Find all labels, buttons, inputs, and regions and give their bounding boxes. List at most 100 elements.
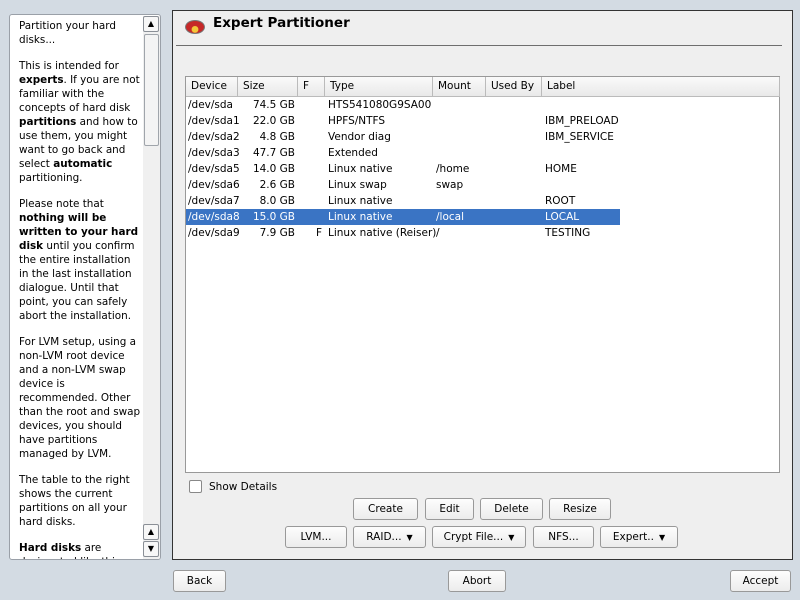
help-text-segment: This is intended for bbox=[19, 60, 119, 72]
create-button[interactable]: Create bbox=[353, 498, 418, 520]
cell-type: Linux swap bbox=[328, 179, 387, 191]
scroll-thumb[interactable] bbox=[144, 34, 159, 146]
help-text-segment: For LVM setup, using a non-LVM root devi… bbox=[19, 336, 141, 460]
expert-button[interactable]: Expert.. ▼ bbox=[600, 526, 678, 548]
help-paragraph: This is intended for experts. If you are… bbox=[19, 59, 143, 185]
table-row[interactable]: /dev/sda5 14.0 GB Linux native/home HOME bbox=[186, 161, 620, 177]
cell-device: /dev/sda5 bbox=[188, 163, 240, 175]
help-text-segment: until you confirm the entire installatio… bbox=[19, 240, 135, 322]
cell-mount: /local bbox=[436, 211, 465, 223]
table-row[interactable]: /dev/sda3 47.7 GB Extended bbox=[186, 145, 620, 161]
help-text-segment: Partition your hard disks... bbox=[19, 20, 116, 46]
crypt-label: Crypt File... bbox=[443, 531, 504, 543]
cell-mount: / bbox=[436, 227, 440, 239]
divider bbox=[176, 45, 782, 46]
help-scrollbar[interactable]: ▲ ▲ ▼ bbox=[143, 16, 160, 559]
table-row[interactable]: /dev/sda 74.5 GB HTS541080G9SA00 bbox=[186, 97, 620, 113]
help-text-segment: partitioning. bbox=[19, 172, 83, 184]
help-text-segment: experts bbox=[19, 74, 64, 86]
help-paragraph: Partition your hard disks... bbox=[19, 19, 143, 47]
column-header-type[interactable]: Type bbox=[325, 77, 433, 97]
abort-button[interactable]: Abort bbox=[448, 570, 506, 592]
cell-device: /dev/sda8 bbox=[188, 211, 240, 223]
cell-f: F bbox=[315, 227, 322, 239]
expert-label: Expert.. bbox=[612, 531, 654, 543]
table-row[interactable]: /dev/sda7 8.0 GB Linux native ROOT bbox=[186, 193, 620, 209]
cell-type: Linux native (Reiser) bbox=[328, 227, 437, 239]
cell-device: /dev/sda1 bbox=[188, 115, 240, 127]
cell-device: /dev/sda bbox=[188, 99, 233, 111]
help-text-segment: automatic bbox=[53, 158, 113, 170]
help-paragraph: Please note that nothing will be written… bbox=[19, 197, 143, 323]
cell-device: /dev/sda7 bbox=[188, 195, 240, 207]
raid-label: RAID... bbox=[366, 531, 402, 543]
column-header-device[interactable]: Device bbox=[186, 77, 238, 97]
scroll-up-bottom-icon[interactable]: ▲ bbox=[143, 524, 159, 540]
help-text-segment: Please note that bbox=[19, 198, 104, 210]
cell-device: /dev/sda6 bbox=[188, 179, 240, 191]
help-text: Partition your hard disks... This is inte… bbox=[19, 19, 143, 559]
cell-size: 47.7 GB bbox=[252, 147, 295, 159]
column-header-mount[interactable]: Mount bbox=[433, 77, 486, 97]
column-header-f[interactable]: F bbox=[298, 77, 325, 97]
help-paragraph: Hard disks are designated like this bbox=[19, 541, 143, 559]
help-text-segment: The table to the right shows the current… bbox=[19, 474, 130, 528]
column-header-label[interactable]: Label bbox=[542, 77, 780, 97]
dropdown-arrow-icon: ▼ bbox=[508, 533, 515, 542]
cell-label: IBM_PRELOAD bbox=[545, 115, 619, 127]
back-button[interactable]: Back bbox=[173, 570, 226, 592]
dropdown-arrow-icon: ▼ bbox=[406, 533, 413, 542]
partitioner-icon bbox=[185, 20, 205, 34]
cell-type: Linux native bbox=[328, 163, 393, 175]
crypt-file-button[interactable]: Crypt File... ▼ bbox=[432, 526, 526, 548]
page-title: Expert Partitioner bbox=[213, 15, 350, 31]
partition-table[interactable]: Device Size F Type Mount Used By Label/dev/sda… bbox=[185, 76, 780, 473]
cell-device: /dev/sda9 bbox=[188, 227, 240, 239]
column-header-used-by[interactable]: Used By bbox=[486, 77, 542, 97]
column-header-size[interactable]: Size bbox=[238, 77, 298, 97]
main-panel: Expert Partitioner Device Size F Type Mount U… bbox=[172, 10, 793, 560]
cell-label: ROOT bbox=[545, 195, 576, 207]
dropdown-arrow-icon: ▼ bbox=[658, 533, 666, 542]
cell-type: Linux native bbox=[328, 195, 393, 207]
accept-button[interactable]: Accept bbox=[730, 570, 791, 592]
cell-type: HPFS/NTFS bbox=[328, 115, 386, 127]
cell-size: 2.6 GB bbox=[259, 179, 295, 191]
cell-label: LOCAL bbox=[545, 211, 580, 223]
cell-type: Linux native bbox=[328, 211, 393, 223]
help-paragraph: The table to the right shows the current… bbox=[19, 473, 143, 529]
cell-type: HTS541080G9SA00 bbox=[328, 99, 432, 111]
help-paragraph: For LVM setup, using a non-LVM root devi… bbox=[19, 335, 143, 461]
table-row[interactable]: /dev/sda8 15.0 GB Linux native/local LOCAL bbox=[186, 209, 620, 225]
cell-mount: swap bbox=[436, 179, 464, 191]
raid-button[interactable]: RAID... ▼ bbox=[353, 526, 426, 548]
cell-size: 7.9 GB bbox=[259, 227, 295, 239]
cell-type: Extended bbox=[328, 147, 378, 159]
help-text-segment: partitions bbox=[19, 116, 77, 128]
delete-button[interactable]: Delete bbox=[480, 498, 543, 520]
cell-type: Vendor diag bbox=[328, 131, 391, 143]
scroll-down-icon[interactable]: ▼ bbox=[143, 541, 159, 557]
help-text-segment: Hard disks bbox=[19, 542, 82, 554]
show-details-checkbox[interactable]: Show Details bbox=[189, 480, 277, 493]
table-row[interactable]: /dev/sda2 4.8 GB Vendor diag IBM_SERVICE bbox=[186, 129, 620, 145]
resize-button[interactable]: Resize bbox=[549, 498, 611, 520]
lvm-button[interactable]: LVM... bbox=[285, 526, 347, 548]
cell-size: 4.8 GB bbox=[259, 131, 295, 143]
table-row[interactable]: /dev/sda9 7.9 GB F Linux native (Reiser) / TE… bbox=[186, 225, 620, 241]
cell-label: IBM_SERVICE bbox=[545, 131, 614, 143]
cell-size: 22.0 GB bbox=[252, 115, 295, 127]
cell-label: HOME bbox=[545, 163, 577, 175]
cell-device: /dev/sda2 bbox=[188, 131, 240, 143]
nfs-button[interactable]: NFS... bbox=[533, 526, 594, 548]
cell-size: 74.5 GB bbox=[252, 99, 295, 111]
cell-size: 8.0 GB bbox=[259, 195, 295, 207]
table-row[interactable]: /dev/sda1 22.0 GB HPFS/NTFS IBM_PRELOAD bbox=[186, 113, 620, 129]
table-row[interactable]: /dev/sda6 2.6 GB Linux swap swap bbox=[186, 177, 620, 193]
checkbox-box[interactable] bbox=[189, 480, 202, 493]
edit-button[interactable]: Edit bbox=[425, 498, 474, 520]
cell-label: TESTING bbox=[545, 227, 591, 239]
scroll-up-icon[interactable]: ▲ bbox=[143, 16, 159, 32]
help-panel: Partition your hard disks... This is inte… bbox=[9, 14, 161, 560]
cell-mount: /home bbox=[436, 163, 470, 175]
